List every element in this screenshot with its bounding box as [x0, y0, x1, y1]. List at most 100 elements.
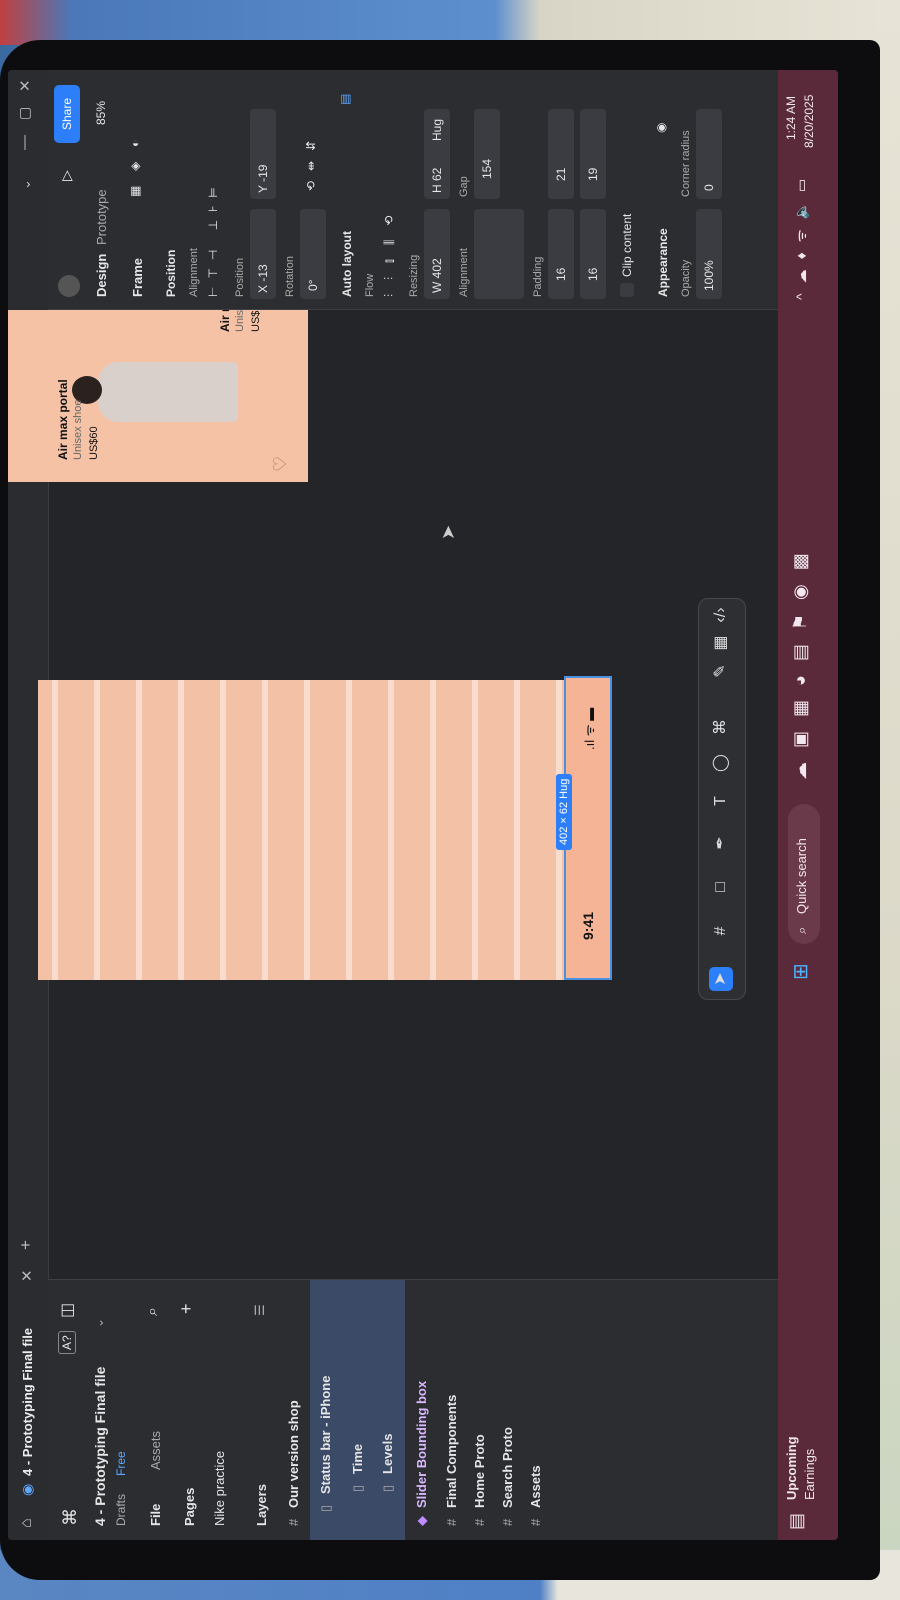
frame-icon: ▯ — [380, 1484, 395, 1492]
flip-icon[interactable]: ⟲⇹⇵ — [304, 131, 318, 191]
right-panel: ▷ Share Design Prototype 85% Frame ▦ ◈ ◐… — [48, 70, 778, 310]
comment-tool-icon[interactable]: ◯ — [709, 751, 733, 775]
layer-item[interactable]: Levels — [380, 1434, 395, 1474]
design-mode-icon[interactable]: ▦ — [709, 631, 733, 655]
tray-icons[interactable]: ^☁♦ᯤ🔈▭ — [792, 169, 811, 300]
card-bottom-title: Air max portal — [56, 379, 70, 460]
move-tool-icon[interactable]: ➤ — [709, 967, 733, 991]
layer-item[interactable]: Search Proto — [500, 1427, 515, 1508]
frame-tool-icon[interactable]: # — [709, 919, 733, 943]
maximize-icon[interactable]: ▢ — [16, 107, 33, 120]
add-page-icon[interactable]: + — [176, 1303, 197, 1314]
heart-icon[interactable]: ♡ — [270, 456, 291, 472]
opacity-value: 100% — [702, 260, 716, 291]
actions-tool-icon[interactable]: ⌘ — [709, 715, 733, 739]
grid-icon[interactable]: ▦ — [128, 186, 142, 197]
close-tab-icon[interactable]: ✕ — [18, 1269, 36, 1282]
flow-controls[interactable]: ⫶⫶⫾⫼⟲ — [382, 202, 397, 297]
project-location[interactable]: Drafts — [114, 1494, 128, 1526]
frame-icon: # — [528, 1518, 543, 1526]
corner-radius-label: Corner radius — [680, 130, 692, 197]
mask-icon[interactable]: ◐ — [128, 140, 142, 147]
close-window-icon[interactable]: ✕ — [16, 79, 34, 92]
layer-item[interactable]: Assets — [528, 1465, 543, 1508]
background-top — [0, 0, 900, 45]
layer-item[interactable]: Home Proto — [472, 1434, 487, 1508]
card-bottom-price: US$60 — [88, 426, 100, 460]
clip-checkbox[interactable] — [620, 283, 634, 297]
sidebar-toggle-icon[interactable]: ◫ — [57, 1303, 77, 1318]
zoom-level[interactable]: 85% — [94, 101, 108, 125]
width-value: W 402 — [430, 258, 444, 293]
flow-label: Flow — [364, 273, 376, 297]
frame-icon: # — [472, 1518, 487, 1526]
auto-layout-icon[interactable]: ▤ — [338, 94, 352, 105]
dev-mode-icon[interactable]: ‹/› — [709, 603, 733, 627]
signal-icon: .ıl ᯤ ▬ — [582, 707, 597, 750]
avatar[interactable] — [58, 275, 80, 297]
alignment-gap-label: Alignment — [458, 248, 470, 297]
align-controls[interactable]: ⊢⊤⊣ ⊥⊦⊨ — [206, 179, 220, 297]
layers-collapse-icon[interactable]: ☰ — [252, 1304, 268, 1316]
pad-top-field[interactable] — [548, 109, 574, 199]
pad-left-value: 16 — [554, 267, 568, 281]
auto-layout-label: Auto layout — [340, 231, 354, 297]
widget-sub[interactable]: Earnings — [802, 1449, 817, 1500]
share-button[interactable]: Share — [54, 85, 80, 143]
minimize-icon[interactable]: — — [16, 135, 33, 150]
tab-prototype[interactable]: Prototype — [94, 189, 109, 245]
rotation-value: 0° — [306, 279, 320, 291]
tab-file[interactable]: File — [148, 1504, 163, 1526]
eye-icon[interactable]: ◉ — [654, 123, 668, 133]
frame-icon: ▯ — [318, 1504, 333, 1512]
shape-tool-icon[interactable]: □ — [709, 875, 733, 899]
layer-item[interactable]: Time — [350, 1444, 365, 1474]
tab-design[interactable]: Design — [94, 254, 109, 297]
component-icon[interactable]: ◈ — [128, 162, 142, 171]
start-icon[interactable]: ⊞ — [788, 963, 813, 980]
weather-icon[interactable]: ▤ — [786, 1513, 807, 1530]
layers-label: Layers — [254, 1484, 269, 1526]
chevron-down-icon[interactable]: ⌄ — [92, 1318, 106, 1328]
tab-assets[interactable]: Assets — [148, 1431, 163, 1470]
person-image — [98, 362, 238, 422]
app-icons[interactable]: ☁▣▦◕▤⚑◉▩ — [790, 539, 811, 780]
pages-label: Pages — [182, 1487, 197, 1526]
new-tab-icon[interactable]: + — [16, 1240, 36, 1250]
pad-bottom-field[interactable] — [580, 109, 606, 199]
frame-icon: # — [500, 1518, 515, 1526]
draw-mode-icon[interactable]: ✎ — [709, 659, 733, 683]
pad-right-value: 16 — [586, 267, 600, 281]
pen-tool-icon[interactable]: ✒ — [709, 831, 733, 855]
search-icon[interactable]: ⌕ — [144, 1307, 162, 1316]
layer-item[interactable]: Our version shop — [286, 1400, 301, 1508]
ai-icon[interactable]: A? — [58, 1331, 76, 1354]
layer-item[interactable]: Slider Bounding box — [414, 1381, 429, 1508]
gap-field[interactable] — [474, 109, 500, 199]
alignment-grid[interactable] — [474, 209, 524, 299]
status-bar-time: 9:41 — [580, 911, 596, 940]
text-tool-icon[interactable]: T — [709, 789, 733, 813]
pad-left-field[interactable] — [548, 209, 574, 299]
y-value: Y -19 — [256, 164, 270, 193]
file-tab-title[interactable]: 4 - Prototyping Final file — [20, 1328, 35, 1476]
frame-label[interactable]: Frame — [130, 258, 145, 297]
appearance-label: Appearance — [656, 228, 670, 297]
page-item[interactable]: Nike practice — [212, 1451, 227, 1526]
window-chevron-icon[interactable]: ⌄ — [18, 179, 34, 190]
layer-item[interactable]: Status bar - iPhone — [318, 1376, 333, 1494]
phone-frame[interactable] — [38, 680, 598, 980]
hug-value[interactable]: Hug — [430, 119, 444, 141]
frame-icon: # — [444, 1518, 459, 1526]
padding-label: Padding — [532, 256, 544, 297]
present-icon[interactable]: ▷ — [58, 170, 75, 181]
plan-badge[interactable]: Free — [114, 1451, 128, 1476]
home-icon[interactable]: ⌂ — [18, 1518, 36, 1528]
layer-item[interactable]: Final Components — [444, 1395, 459, 1508]
pad-right-field[interactable] — [580, 209, 606, 299]
cursor-icon: ➤ — [438, 524, 458, 540]
main-menu-icon[interactable]: ⌘ — [60, 1508, 81, 1526]
widget-title[interactable]: Upcoming — [784, 1436, 799, 1500]
project-name[interactable]: 4 - Prototyping Final file — [92, 1367, 108, 1526]
product-card[interactable]: ♡ Air max portal Unisex shoe US$120 — [8, 251, 308, 482]
